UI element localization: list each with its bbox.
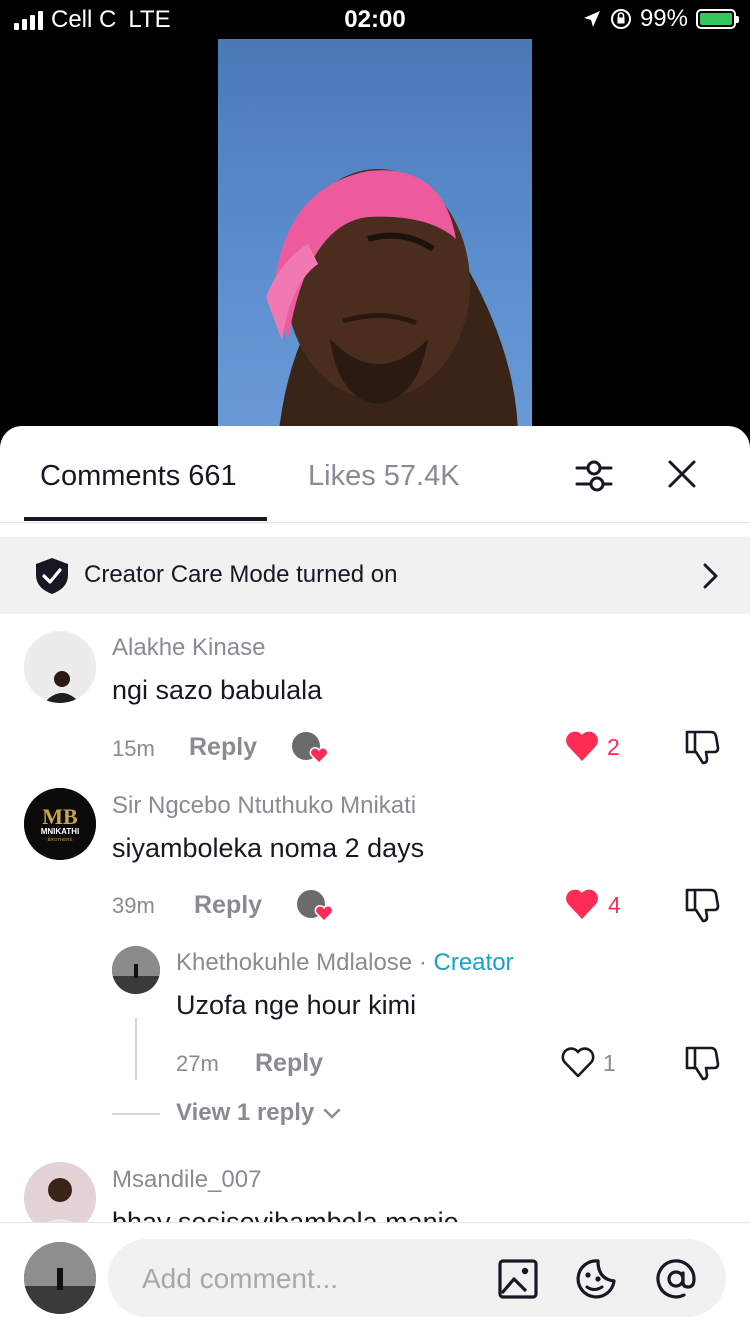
comments-sheet: Comments 661 Likes 57.4K Creator Care Mo… — [0, 426, 750, 1332]
like-count: 2 — [607, 734, 620, 760]
chevron-right-icon — [703, 563, 718, 589]
orientation-lock-icon — [610, 9, 631, 29]
comment-time: 15m — [112, 736, 155, 761]
battery-icon — [696, 9, 739, 29]
avatar[interactable]: MB MNIKATHI BROTHERS — [24, 788, 96, 860]
avatar[interactable] — [112, 946, 160, 994]
like-count: 1 — [603, 1050, 616, 1076]
view-replies-button[interactable]: View 1 reply — [176, 1099, 341, 1127]
comment-input-placeholder: Add comment... — [142, 1263, 339, 1294]
like-count: 4 — [608, 892, 621, 918]
comment-input[interactable]: Add comment... — [108, 1239, 726, 1317]
shield-check-icon — [36, 558, 68, 594]
avatar-logo-sub: BROTHERS — [47, 837, 72, 842]
emoji-sticker-icon[interactable] — [574, 1257, 618, 1301]
video-thumbnail[interactable] — [218, 39, 532, 439]
reply-time: 27m — [176, 1051, 219, 1076]
dislike-icon[interactable] — [683, 728, 721, 766]
separator-dot: · — [418, 949, 427, 976]
mention-icon[interactable] — [654, 1257, 698, 1301]
avatar[interactable] — [24, 631, 96, 703]
image-icon[interactable] — [496, 1257, 540, 1301]
comment-text: siyamboleka noma 2 days — [112, 833, 425, 863]
tab-comments[interactable]: Comments 661 — [40, 460, 237, 493]
chevron-down-icon — [323, 1108, 341, 1119]
reply-username[interactable]: Khethokuhle Mdlalose — [176, 949, 412, 976]
comment-composer: Add comment... — [0, 1222, 750, 1332]
status-bar: Cell C LTE 02:00 99% — [0, 0, 750, 40]
video-image — [266, 169, 518, 439]
view-replies-divider — [112, 1113, 160, 1115]
reply-button[interactable]: Reply — [194, 891, 262, 920]
filter-sliders-icon[interactable] — [574, 456, 614, 496]
dislike-icon[interactable] — [683, 1044, 721, 1082]
avatar-logo-name: MNIKATHI — [41, 827, 80, 836]
thread-line — [135, 1018, 137, 1080]
avatar-logo-initials: MB — [42, 804, 78, 829]
heart-filled-icon[interactable] — [564, 729, 600, 763]
tab-bar: Comments 661 Likes 57.4K — [0, 426, 750, 523]
heart-filled-icon[interactable] — [564, 887, 600, 921]
comment-username[interactable]: Msandile_007 — [112, 1166, 261, 1194]
comment-time: 39m — [112, 893, 155, 918]
creator-care-text: Creator Care Mode turned on — [84, 561, 398, 588]
battery-percent: 99% — [639, 5, 688, 32]
view-replies-label: View 1 reply — [176, 1099, 315, 1126]
creator-liked-icon — [295, 888, 334, 923]
reply-username-line: Khethokuhle Mdlalose · Creator — [176, 949, 514, 977]
creator-liked-icon — [290, 730, 329, 765]
dislike-icon[interactable] — [683, 886, 721, 924]
comment-username[interactable]: Alakhe Kinase — [112, 634, 265, 662]
reply-text: Uzofa nge hour kimi — [176, 990, 417, 1020]
tab-likes[interactable]: Likes 57.4K — [308, 460, 460, 493]
reply-button[interactable]: Reply — [189, 733, 257, 762]
user-avatar[interactable] — [24, 1242, 96, 1314]
reply-button[interactable]: Reply — [255, 1049, 323, 1078]
comment-text: ngi sazo babulala — [112, 675, 323, 705]
location-icon — [583, 11, 600, 27]
heart-outline-icon[interactable] — [560, 1045, 596, 1079]
close-icon[interactable] — [666, 458, 698, 490]
comment-username[interactable]: Sir Ngcebo Ntuthuko Mnikati — [112, 792, 416, 820]
creator-badge: Creator — [433, 949, 514, 976]
active-tab-indicator — [24, 517, 267, 521]
creator-care-banner[interactable]: Creator Care Mode turned on — [0, 537, 750, 614]
